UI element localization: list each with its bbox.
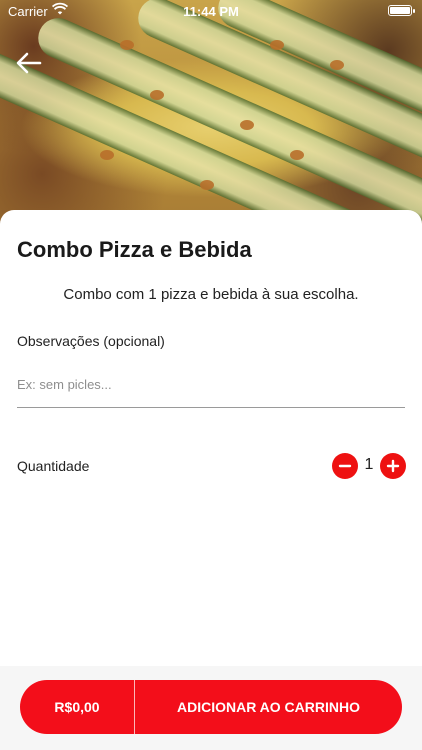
notes-input[interactable] (17, 362, 405, 408)
minus-icon (338, 464, 352, 468)
product-hero-image (0, 0, 422, 232)
battery-icon (388, 5, 415, 16)
arrow-left-icon[interactable] (14, 50, 44, 76)
product-description: Combo com 1 pizza e bebida à sua escolha… (63, 286, 359, 303)
product-title: Combo Pizza e Bebida (17, 237, 252, 262)
status-bar: Carrier 11:44 PM (0, 0, 422, 22)
quantity-label: Quantidade (17, 458, 90, 474)
status-time: 11:44 PM (183, 4, 239, 19)
plus-icon (386, 459, 400, 473)
quantity-increment-button[interactable] (380, 453, 406, 479)
cart-total-price[interactable]: R$0,00 (20, 680, 134, 734)
quantity-decrement-button[interactable] (332, 453, 358, 479)
add-to-cart-label[interactable]: ADICIONAR AO CARRINHO (135, 680, 402, 734)
quantity-value: 1 (364, 456, 374, 473)
notes-label: Observações (opcional) (17, 333, 165, 349)
add-to-cart-button[interactable]: R$0,00 ADICIONAR AO CARRINHO (20, 680, 402, 734)
